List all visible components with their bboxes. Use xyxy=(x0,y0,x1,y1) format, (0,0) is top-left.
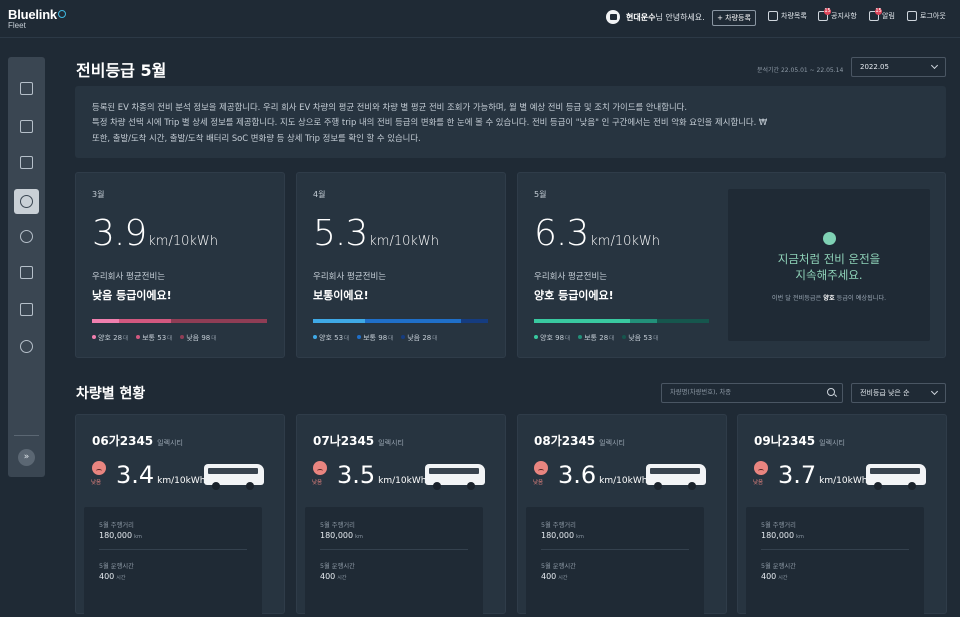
bar-segment-0 xyxy=(313,319,365,323)
search-input[interactable]: 차량명(차량번호), 차종 xyxy=(661,383,843,403)
clipboard-icon xyxy=(768,11,778,21)
chevron-down-icon xyxy=(930,61,939,70)
vehicle-stats: 5월 주행거리 180,000 km 5월 운행시간 400 시간 xyxy=(305,507,483,617)
dashboard-icon[interactable] xyxy=(20,82,33,95)
report-icon[interactable] xyxy=(20,266,33,279)
vehicle-efficiency: 3.4 km/10kWh xyxy=(116,461,206,489)
vehicle-plate: 08가2345 일렉시티 xyxy=(534,434,625,448)
sad-face-icon xyxy=(313,461,327,475)
charging-icon[interactable] xyxy=(20,230,33,243)
page-title: 전비등급 5월 xyxy=(76,61,167,80)
bar-segment-1 xyxy=(119,319,172,323)
nav-notice[interactable]: 15 공지사항 xyxy=(818,8,857,21)
user-greeting: 현대운수 님 안녕하세요. xyxy=(606,10,705,24)
grade-card-march: 3월 3.9 km/10kWh 우리회사 평균전비는 낮음 등급이에요! 양호 2… xyxy=(75,172,285,358)
grade-level: 낮음 xyxy=(312,480,323,486)
bus-image xyxy=(202,461,266,491)
nav-vehicle-list[interactable]: 차량목록 xyxy=(768,11,807,21)
vehicle-card[interactable]: 07나2345 일렉시티 낮음 3.5 km/10kWh 5월 주행거리 180,0… xyxy=(296,414,506,617)
register-vehicle-button[interactable]: + 차량등록 xyxy=(712,10,756,26)
building-icon[interactable] xyxy=(20,156,33,169)
logo-ring-icon xyxy=(57,10,66,18)
driving-tip-box: 지금처럼 전비 운전을 지속해주세요. 이번 달 전비등급은 양호 등급이 예상… xyxy=(728,189,930,341)
month-select[interactable]: 2022.05 xyxy=(851,57,946,77)
grade-legend: 양호 53대 보통 98대 낮음 28대 xyxy=(313,333,437,343)
search-icon[interactable] xyxy=(827,388,835,396)
legend-item: 낮음 98대 xyxy=(180,333,216,343)
sad-face-icon xyxy=(92,461,106,475)
grade-card-may: 5월 6.3 km/10kWh 우리회사 평균전비는 양호 등급이에요! 양호 9… xyxy=(517,172,946,358)
analysis-period: 분석기간 22.05.01 ~ 22.05.14 xyxy=(757,67,844,74)
chevron-down-icon xyxy=(930,387,939,396)
bar-segment-0 xyxy=(92,319,120,323)
vehicle-stats: 5월 주행거리 180,000 km 5월 운행시간 400 시간 xyxy=(526,507,704,617)
vehicle-plate: 07나2345 일렉시티 xyxy=(313,434,404,448)
top-bar: Bluelink Fleet 현대운수 님 안녕하세요. + 차량등록 차량목록 … xyxy=(0,0,960,38)
bar-segment-2 xyxy=(657,319,709,323)
bus-icon[interactable] xyxy=(20,120,33,133)
legend-item: 보통 53대 xyxy=(136,333,172,343)
nav-logout[interactable]: 로그아웃 xyxy=(907,11,946,21)
legend-item: 보통 98대 xyxy=(357,333,393,343)
legend-item: 보통 28대 xyxy=(578,333,614,343)
bar-segment-1 xyxy=(364,319,461,323)
grade-level: 낮음 xyxy=(91,480,102,486)
gauge-icon[interactable] xyxy=(14,189,39,214)
grade-distribution-bar xyxy=(534,319,709,323)
vehicle-plate: 06가2345 일렉시티 xyxy=(92,434,183,448)
grade-card-april: 4월 5.3 km/10kWh 우리회사 평균전비는 보통이에요! 양호 53대 보… xyxy=(296,172,506,358)
info-box: 등록된 EV 차종의 전비 분석 정보을 제공합니다. 우리 회사 EV 차량의… xyxy=(75,86,946,158)
divider xyxy=(761,549,909,550)
vehicle-card[interactable]: 08가2345 일렉시티 낮음 3.6 km/10kWh 5월 주행거리 180,0… xyxy=(517,414,727,617)
grade-legend: 양호 98대 보통 28대 낮음 53대 xyxy=(534,333,658,343)
vehicle-card[interactable]: 06가2345 일렉시티 낮음 3.4 km/10kWh 5월 주행거리 180,0… xyxy=(75,414,285,617)
bluelink-logo[interactable]: Bluelink Fleet xyxy=(8,7,66,30)
download-icon[interactable] xyxy=(20,303,33,316)
divider xyxy=(99,549,247,550)
vehicle-efficiency: 3.7 km/10kWh xyxy=(778,461,868,489)
legend-item: 양호 98대 xyxy=(534,333,570,343)
legend-item: 양호 53대 xyxy=(313,333,349,343)
megaphone-icon: 15 xyxy=(818,8,831,21)
sad-face-icon xyxy=(534,461,548,475)
bus-image xyxy=(644,461,708,491)
legend-item: 양호 28대 xyxy=(92,333,128,343)
bar-segment-0 xyxy=(534,319,630,323)
sad-face-icon xyxy=(754,461,768,475)
vehicle-efficiency: 3.5 km/10kWh xyxy=(337,461,427,489)
legend-item: 낮음 53대 xyxy=(622,333,658,343)
grade-distribution-bar xyxy=(92,319,267,323)
bar-segment-1 xyxy=(629,319,658,323)
sidebar-divider xyxy=(14,435,39,436)
sort-select[interactable]: 전비등급 낮은 순 xyxy=(851,383,946,403)
legend-item: 낮음 28대 xyxy=(401,333,437,343)
nav-alarm[interactable]: 15 알림 xyxy=(869,8,895,21)
grade-distribution-bar xyxy=(313,319,488,323)
grade-level: 낮음 xyxy=(533,480,544,486)
divider xyxy=(541,549,689,550)
vehicle-stats: 5월 주행거리 180,000 km 5월 운행시간 400 시간 xyxy=(746,507,924,617)
sidebar: » xyxy=(8,57,45,477)
divider xyxy=(320,549,468,550)
vehicle-efficiency: 3.6 km/10kWh xyxy=(558,461,648,489)
bar-segment-2 xyxy=(171,319,267,323)
vehicle-card[interactable]: 09나2345 일렉시티 낮음 3.7 km/10kWh 5월 주행거리 180,0… xyxy=(737,414,947,617)
grade-legend: 양호 28대 보통 53대 낮음 98대 xyxy=(92,333,216,343)
expand-sidebar-icon[interactable]: » xyxy=(18,449,35,466)
vehicle-stats: 5월 주행거리 180,000 km 5월 운행시간 400 시간 xyxy=(84,507,262,617)
bus-image xyxy=(864,461,928,491)
vehicle-plate: 09나2345 일렉시티 xyxy=(754,434,845,448)
company-bus-icon xyxy=(606,10,620,24)
grade-level: 낮음 xyxy=(753,480,764,486)
settings-icon[interactable] xyxy=(20,340,33,353)
bus-image xyxy=(423,461,487,491)
smile-icon xyxy=(822,232,836,245)
bar-segment-2 xyxy=(460,319,488,323)
section-title: 차량별 현황 xyxy=(76,386,146,402)
bell-icon: 15 xyxy=(869,8,882,21)
logout-icon xyxy=(907,11,917,21)
